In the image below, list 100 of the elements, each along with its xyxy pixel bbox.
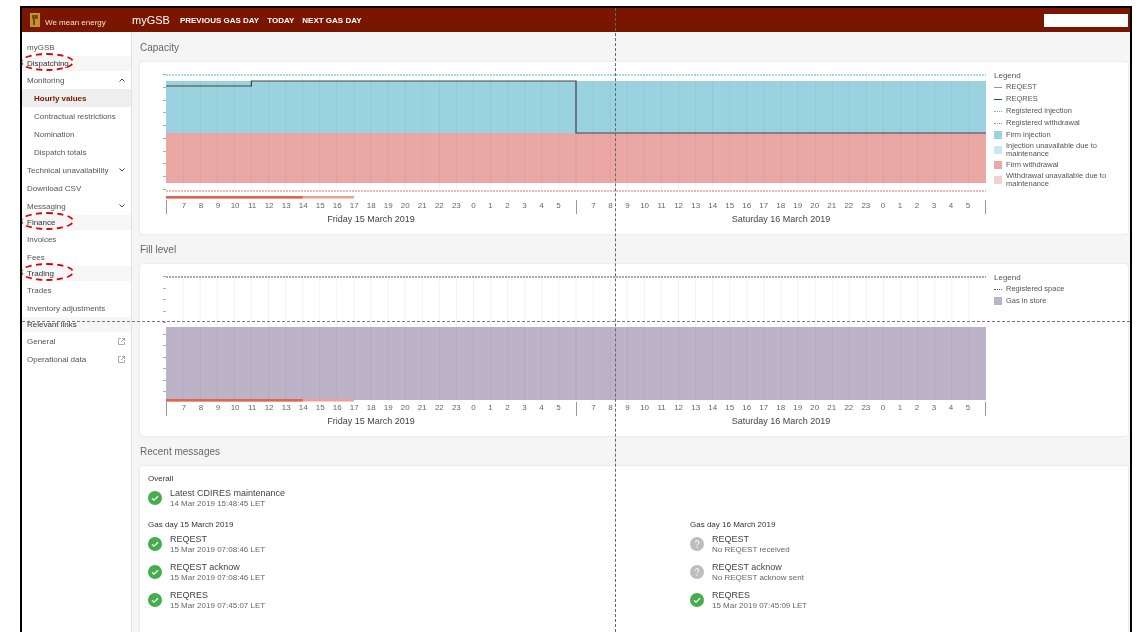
axis-label: 14 [707, 201, 719, 210]
axis-label: 2 [913, 201, 921, 210]
nav-link[interactable]: TODAY [267, 15, 295, 25]
axis-label: 22 [843, 403, 855, 412]
axis-label: 21 [416, 403, 428, 412]
sidebar-item[interactable]: Monitoring [22, 71, 131, 89]
axis-label: 2 [913, 403, 921, 412]
sidebar-item[interactable]: Messaging [22, 197, 131, 215]
axis-label: 15 [314, 201, 326, 210]
axis-label: 12 [673, 403, 685, 412]
axis-label: 11 [656, 403, 667, 412]
axis-label: 14 [297, 201, 309, 210]
axis-label: 2 [504, 403, 511, 412]
message-detail: No REQEST received [712, 545, 790, 554]
axis-label: 8 [607, 403, 614, 412]
axis-label: 17 [348, 403, 360, 412]
axis-label: 7 [180, 201, 188, 210]
axis-label: 9 [624, 201, 631, 210]
axis-label: 12 [263, 403, 275, 412]
sidebar-item[interactable]: myGSB [22, 38, 131, 56]
axis-label: 16 [331, 201, 343, 210]
axis-label: 19 [792, 403, 804, 412]
axis-label: 20 [399, 201, 411, 210]
axis-title: Saturday 16 March 2019 [731, 214, 831, 224]
sidebar-item[interactable]: General [22, 332, 131, 350]
section-heading: Trading [27, 269, 54, 278]
chevron-down-icon[interactable] [119, 168, 125, 172]
group-heading: Gas day 15 March 2019 [148, 519, 234, 529]
axis-label: 20 [809, 201, 821, 210]
axis-label: 11 [656, 201, 667, 210]
sidebar-item[interactable]: Trades [22, 281, 131, 299]
axis-label: 17 [758, 201, 770, 210]
sidebar-item[interactable]: Inventory adjustments [22, 299, 131, 317]
axis-label: 16 [741, 201, 753, 210]
axis-label: 4 [947, 201, 955, 210]
axis-label: 23 [450, 201, 462, 210]
axis-label: 21 [826, 201, 838, 210]
chevron-up-icon[interactable] [119, 78, 125, 82]
sidebar-item[interactable]: Download CSV [22, 179, 131, 197]
message-title: REQEST acknow [170, 562, 241, 572]
message-detail: 14 Mar 2019 15:48:45 LET [170, 499, 267, 508]
section-heading: Relevant links [27, 320, 77, 329]
axis-label: 1 [896, 403, 904, 412]
message-title: REQEST acknow [712, 562, 783, 572]
section-heading: Finance [27, 218, 56, 227]
axis-label: 23 [860, 201, 872, 210]
sidebar-item[interactable]: Technical unavailability [22, 161, 131, 179]
search-field[interactable] [1044, 13, 1128, 27]
sidebar-item[interactable]: Contractual restrictions [22, 107, 131, 125]
axis-label: 0 [470, 403, 477, 412]
sidebar-item[interactable]: Nomination [22, 125, 131, 143]
axis-label: 18 [775, 403, 787, 412]
message-detail: 15 Mar 2019 07:45:09 LET [712, 601, 808, 610]
axis-label: 21 [416, 201, 428, 210]
nav-link[interactable]: NEXT GAS DAY [302, 15, 362, 25]
check-circle-icon [148, 593, 162, 607]
section-heading: Dispatching [27, 59, 69, 68]
sidebar-item[interactable]: Invoices [22, 230, 131, 248]
legend-title: Legend [994, 274, 1022, 283]
axis-label: 13 [280, 403, 292, 412]
axis-label: 22 [433, 201, 445, 210]
axis-label: 13 [690, 201, 702, 210]
axis-label: 17 [348, 201, 360, 210]
axis-label: 18 [775, 201, 787, 210]
message-title: REQRES [712, 590, 751, 600]
axis-label: 4 [947, 403, 955, 412]
axis-label: 8 [197, 201, 205, 210]
message-detail: 15 Mar 2019 07:45:07 LET [170, 601, 266, 610]
sidebar-item[interactable]: Hourly values [22, 89, 131, 107]
check-circle-icon [690, 593, 704, 607]
question-circle-icon [690, 537, 704, 551]
axis-label: 5 [555, 403, 562, 412]
sidebar-item[interactable]: Dispatch totals [22, 143, 131, 161]
logo-tagline: We mean energy [45, 18, 106, 27]
sidebar-item[interactable]: Operational data [22, 350, 131, 368]
axis-label: 7 [590, 201, 597, 210]
axis-label: 20 [399, 403, 411, 412]
question-circle-icon [690, 565, 704, 579]
message-title: REQEST [170, 534, 208, 544]
axis-label: 3 [521, 403, 528, 412]
axis-label: 10 [229, 403, 241, 412]
axis-label: 23 [860, 403, 872, 412]
axis-label: 1 [487, 201, 494, 210]
sidebar-item[interactable]: Fees [22, 248, 131, 266]
axis-label: 1 [896, 201, 904, 210]
message-detail: 15 Mar 2019 07:08:46 LET [170, 545, 266, 554]
app-title[interactable]: myGSB [132, 14, 170, 26]
check-circle-icon [148, 491, 162, 505]
chevron-down-icon[interactable] [119, 204, 125, 208]
axis-label: 0 [879, 403, 887, 412]
check-circle-icon [148, 537, 162, 551]
nav-link[interactable]: PREVIOUS GAS DAY [179, 15, 260, 25]
axis-title: Friday 15 March 2019 [327, 214, 415, 224]
axis-label: 19 [382, 201, 394, 210]
axis-label: 5 [555, 201, 562, 210]
logo-icon [30, 13, 40, 27]
axis-label: 16 [741, 403, 753, 412]
message-detail: 15 Mar 2019 07:08:46 LET [170, 573, 266, 582]
axis-label: 13 [690, 403, 702, 412]
axis-label: 8 [607, 201, 614, 210]
